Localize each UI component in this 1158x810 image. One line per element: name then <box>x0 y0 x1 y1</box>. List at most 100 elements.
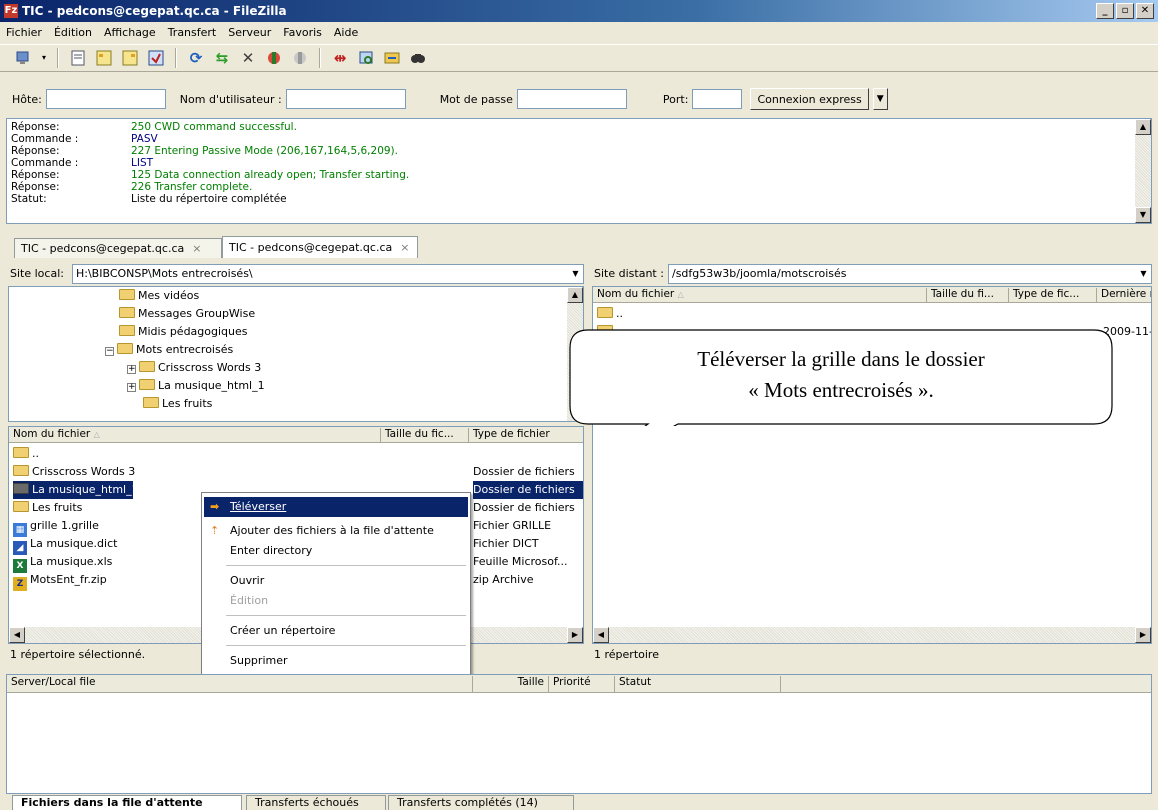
remote-site-label: Site distant : <box>594 267 664 280</box>
menu-item-supprimer[interactable]: Supprimer <box>204 651 468 671</box>
cancel-icon[interactable]: ✕ <box>238 48 258 68</box>
menu-item-enter-directory[interactable]: Enter directory <box>204 541 468 561</box>
horizontal-scrollbar[interactable]: ◀ ▶ <box>593 627 1151 643</box>
menu-edition[interactable]: Édition <box>54 26 92 39</box>
folder-icon <box>13 483 29 494</box>
menu-item-add-to-queue[interactable]: ⇡ Ajouter des fichiers à la file d'atten… <box>204 521 468 541</box>
scroll-left-icon[interactable]: ◀ <box>593 627 609 643</box>
toggle-queue-icon[interactable] <box>146 48 166 68</box>
tab-successful-transfers[interactable]: Transferts complétés (14) <box>388 795 574 810</box>
disconnect-icon[interactable] <box>264 48 284 68</box>
tab-failed-transfers[interactable]: Transferts échoués <box>246 795 386 810</box>
menu-item-create-directory[interactable]: Créer un répertoire <box>204 621 468 641</box>
filezilla-app-icon: Fz <box>4 4 18 18</box>
tree-item[interactable]: Les fruits <box>143 395 212 413</box>
toolbar-separator <box>175 48 177 68</box>
remote-path-input[interactable]: /sdfg53w3b/joomla/motscroisés <box>668 264 1152 284</box>
column-name-header[interactable]: Nom du fichier △ <box>593 288 927 302</box>
column-size-header[interactable]: Taille du fic... <box>381 428 469 442</box>
scroll-left-icon[interactable]: ◀ <box>9 627 25 643</box>
close-tab-icon[interactable]: × <box>400 241 409 254</box>
compare-icon[interactable]: ⇹ <box>330 48 350 68</box>
column-server-local-file[interactable]: Server/Local file <box>7 676 473 692</box>
tree-item[interactable]: Midis pédagogiques <box>119 323 248 341</box>
scroll-down-icon[interactable]: ▼ <box>1135 207 1151 223</box>
password-input[interactable] <box>516 89 627 109</box>
tab-queued-files[interactable]: Fichiers dans la file d'attente <box>12 795 242 810</box>
search-icon[interactable] <box>408 48 428 68</box>
menu-favoris[interactable]: Favoris <box>283 26 322 39</box>
transfer-queue[interactable]: Server/Local file Taille Priorité Statut <box>6 674 1152 794</box>
local-tree-pane[interactable]: Mes vidéos Messages GroupWise Midis péda… <box>8 286 584 422</box>
file-row-parent[interactable]: .. <box>597 305 623 323</box>
callout-annotation: Téléverser la grille dans le dossier « M… <box>568 328 1114 426</box>
column-date-header[interactable]: Dernière m <box>1097 288 1151 302</box>
tree-item[interactable]: Messages GroupWise <box>119 305 255 323</box>
menu-serveur[interactable]: Serveur <box>228 26 271 39</box>
add-to-queue-icon: ⇡ <box>210 524 220 537</box>
column-size-header[interactable]: Taille du fi... <box>927 288 1009 302</box>
host-input[interactable] <box>45 89 166 109</box>
column-size[interactable]: Taille <box>473 676 549 692</box>
chevron-down-icon[interactable]: ▾ <box>40 48 48 68</box>
tree-item[interactable]: Mes vidéos <box>119 287 199 305</box>
tab-label: TIC - pedcons@cegepat.qc.ca <box>21 242 185 255</box>
menu-affichage[interactable]: Affichage <box>104 26 156 39</box>
expand-icon[interactable]: + <box>127 383 136 392</box>
tree-item-mots-entrecroises[interactable]: − Mots entrecroisés <box>105 341 233 359</box>
folder-icon <box>139 379 155 390</box>
menu-item-televerser[interactable]: ➡ Téléverser <box>204 497 468 517</box>
process-queue-icon[interactable]: ⇆ <box>212 48 232 68</box>
toggle-log-icon[interactable] <box>68 48 88 68</box>
toggle-remote-tree-icon[interactable] <box>120 48 140 68</box>
refresh-icon[interactable]: ⟳ <box>186 48 206 68</box>
tree-item[interactable]: + La musique_html_1 <box>127 377 265 395</box>
local-file-header: Nom du fichier △ Taille du fic... Type d… <box>9 427 583 443</box>
minimize-button[interactable]: _ <box>1096 3 1114 19</box>
scroll-right-icon[interactable]: ▶ <box>1135 627 1151 643</box>
site-manager-icon[interactable] <box>14 48 34 68</box>
menu-transfert[interactable]: Transfert <box>168 26 217 39</box>
toggle-local-tree-icon[interactable] <box>94 48 114 68</box>
column-type-header[interactable]: Type de fic... <box>1009 288 1097 302</box>
folder-icon <box>13 465 29 476</box>
tree-item[interactable]: + Crisscross Words 3 <box>127 359 261 377</box>
host-label: Hôte: <box>12 92 42 106</box>
maximize-button[interactable]: ▫ <box>1116 3 1134 19</box>
menu-aide[interactable]: Aide <box>334 26 358 39</box>
close-button[interactable]: ✕ <box>1136 3 1154 19</box>
username-input[interactable] <box>285 89 406 109</box>
tab-connection-2[interactable]: TIC - pedcons@cegepat.qc.ca × <box>222 236 418 258</box>
reconnect-icon[interactable] <box>290 48 310 68</box>
chevron-down-icon[interactable]: ▼ <box>1136 265 1151 282</box>
log-scrollbar[interactable]: ▲ ▼ <box>1135 119 1151 223</box>
column-name-header[interactable]: Nom du fichier △ <box>9 428 381 442</box>
collapse-icon[interactable]: − <box>105 347 114 356</box>
message-log[interactable]: Réponse: 250 CWD command successful. Comm… <box>6 118 1152 224</box>
file-row-selected[interactable]: La musique_html_1 <box>13 481 139 499</box>
folder-icon <box>119 289 135 300</box>
quickconnect-button[interactable]: Connexion express <box>750 88 869 110</box>
tab-connection-1[interactable]: TIC - pedcons@cegepat.qc.ca × <box>14 238 222 258</box>
sync-browse-icon[interactable] <box>382 48 402 68</box>
local-path-input[interactable]: H:\BIBCONSP\Mots entrecroisés\ <box>72 264 584 284</box>
port-input[interactable] <box>692 89 743 109</box>
close-tab-icon[interactable]: × <box>192 242 201 255</box>
menu-item-ouvrir[interactable]: Ouvrir <box>204 571 468 591</box>
chevron-down-icon[interactable]: ▼ <box>568 265 583 282</box>
file-row-parent[interactable]: .. <box>13 445 39 463</box>
column-type-header[interactable]: Type de fichier <box>469 428 583 442</box>
menu-separator <box>226 645 466 646</box>
password-label: Mot de passe <box>439 92 513 106</box>
quickconnect-dropdown-button[interactable]: ▼ <box>872 88 888 110</box>
scroll-right-icon[interactable]: ▶ <box>567 627 583 643</box>
menu-fichier[interactable]: Fichier <box>6 26 42 39</box>
filter-icon[interactable] <box>356 48 376 68</box>
column-status[interactable]: Statut <box>615 676 781 692</box>
scroll-up-icon[interactable]: ▲ <box>1135 119 1151 135</box>
queue-header: Server/Local file Taille Priorité Statut <box>7 675 1151 693</box>
expand-icon[interactable]: + <box>127 365 136 374</box>
scroll-up-icon[interactable]: ▲ <box>567 287 583 303</box>
file-row[interactable]: Crisscross Words 3 Dossier de fichiers <box>13 463 583 481</box>
column-priority[interactable]: Priorité <box>549 676 615 692</box>
